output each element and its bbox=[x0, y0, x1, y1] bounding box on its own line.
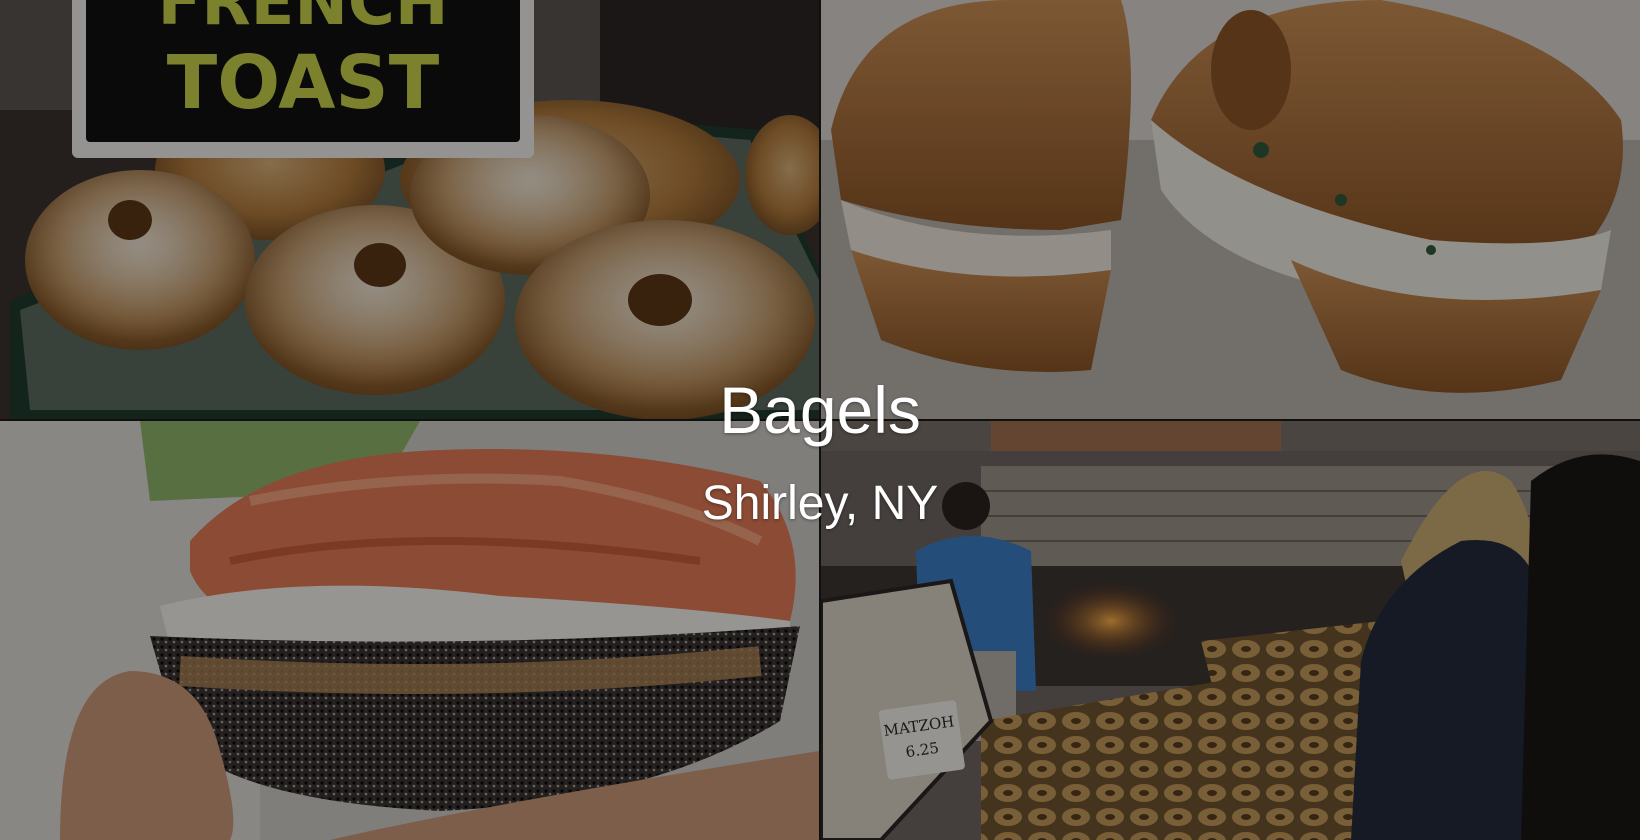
slide-title: Bagels bbox=[719, 373, 921, 447]
photo-sugar-bagels: FRENCH TOAST bbox=[0, 0, 819, 419]
sign-text-line-1: FRENCH bbox=[158, 0, 449, 40]
photo-collage-slide: FRENCH TOAST MATZOH 6.25 Bagels Shirley,… bbox=[0, 0, 1640, 840]
sign-text-line-2: TOAST bbox=[167, 40, 440, 126]
slide-subtitle: Shirley, NY bbox=[701, 477, 939, 530]
photo-bagel-sandwich bbox=[821, 0, 1640, 419]
matzoh-price-tag: MATZOH 6.25 bbox=[878, 700, 965, 780]
french-toast-sign: FRENCH TOAST bbox=[72, 0, 534, 158]
